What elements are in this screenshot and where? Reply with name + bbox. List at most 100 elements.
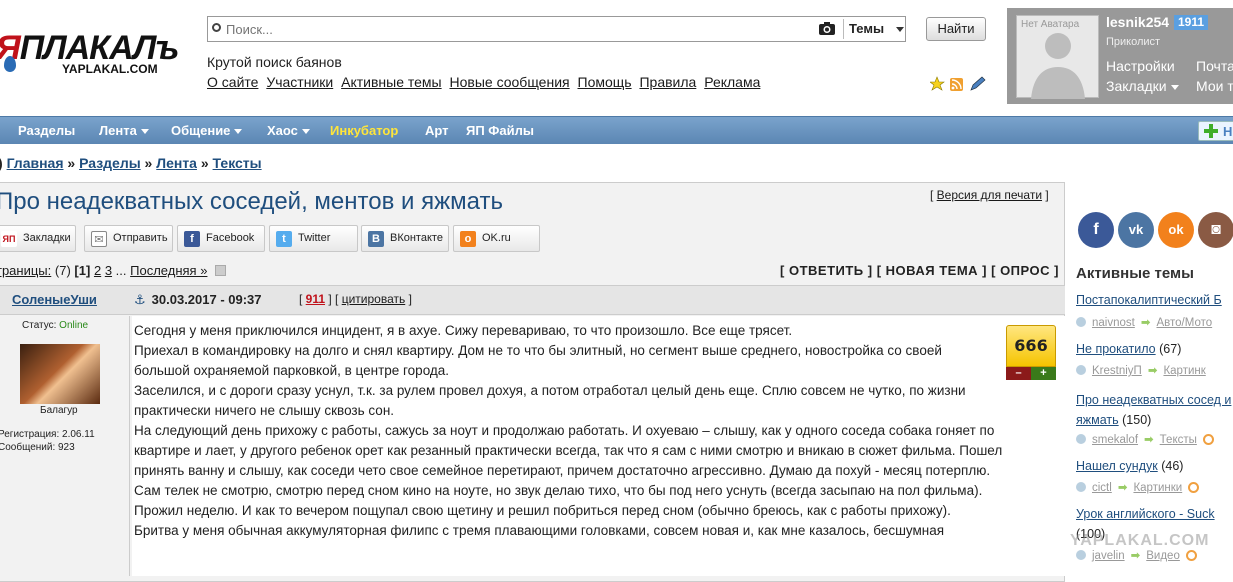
search-scope-select[interactable]: Темы [849,21,884,36]
breadcrumb-sections[interactable]: Разделы [79,155,141,171]
clock-icon [1185,550,1197,561]
share-mail-button[interactable]: ✉ Отправить [84,225,173,252]
top-nav-link[interactable]: Помощь [578,74,632,90]
nav-item-feed[interactable]: Лента [99,123,149,138]
list-item[interactable]: Нашел сундук (46) [1076,459,1183,473]
status-badge: Online [59,320,89,331]
facebook-icon: f [184,231,200,247]
nav-item-files[interactable]: ЯП Файлы [466,123,534,138]
top-nav-link[interactable]: Реклама [704,74,760,90]
breadcrumb-texts[interactable]: Тексты [213,155,262,171]
dropdown-icon[interactable] [215,265,227,276]
pager-page[interactable]: 3 [105,263,112,278]
list-item[interactable]: Не прокатило (67) [1076,342,1181,356]
new-topic-button[interactable]: Н [1198,121,1233,141]
twitter-icon: t [276,231,292,247]
user-icon [1076,482,1086,492]
facebook-icon[interactable]: f [1078,212,1114,248]
user-rank: Приколист [1106,36,1161,48]
nav-item-sections[interactable]: Разделы [18,123,75,138]
chevron-down-icon [896,27,904,32]
nav-item-incubator[interactable]: Инкубатор [330,123,398,138]
author-messages: Сообщений: 923 [0,442,75,453]
settings-link[interactable]: Настройки [1106,56,1179,76]
arrow-right-icon: ➡ [1117,482,1128,494]
main-nav: Разделы Лента Общение Хаос Инкубатор Арт… [0,116,1233,144]
mail-icon: ✉ [91,231,107,247]
nav-item-chat[interactable]: Общение [171,123,243,138]
share-facebook-button[interactable]: f Facebook [177,225,265,252]
camera-icon[interactable] [818,21,836,36]
pencil-icon[interactable] [970,76,986,91]
chevron-down-icon [140,129,149,135]
my-topics-link[interactable]: Мои т [1196,76,1233,96]
breadcrumb: ) Главная » Разделы » Лента » Тексты [0,155,262,171]
share-bookmarks-button[interactable]: ЯП Закладки [0,225,76,252]
top-nav-link[interactable]: Правила [639,74,696,90]
rating-minus-button[interactable]: – [1006,367,1031,380]
mail-link[interactable]: Почта [1196,56,1233,76]
user-icon [1076,434,1086,444]
share-vk-button[interactable]: B ВКонтакте [361,225,449,252]
post-paragraph: Заселился, и с дороги сразу уснул, т.к. … [134,383,966,418]
star-icon[interactable] [930,76,945,91]
arrow-right-icon: ➡ [1140,317,1151,329]
arrow-right-icon: ➡ [1144,434,1154,446]
poll-button[interactable]: ОПРОС [1000,263,1050,278]
share-ok-button[interactable]: o OK.ru [453,225,540,252]
top-nav-link[interactable]: Активные темы [341,74,442,90]
bookmarks-link[interactable]: Закладки [1106,78,1167,94]
arrow-right-icon: ➡ [1130,550,1141,562]
avatar[interactable]: Нет Аватара [1016,15,1099,99]
rating-plus-button[interactable]: + [1031,367,1056,380]
top-nav-link[interactable]: О сайте [207,74,258,90]
top-nav-link[interactable]: Новые сообщения [450,74,570,90]
instagram-icon[interactable]: ◙ [1198,212,1233,248]
quote-link[interactable]: цитировать [342,292,406,306]
nav-item-chaos[interactable]: Хаос [267,123,310,138]
ok-icon[interactable]: ok [1158,212,1194,248]
chevron-down-icon [1170,84,1179,90]
list-item[interactable]: Постапокалиптический Б [1076,293,1222,307]
rating-value: 666 [1006,325,1056,367]
top-nav-link[interactable]: Участники [266,74,333,90]
search-icon [212,23,221,32]
author-avatar[interactable] [20,344,100,404]
breadcrumb-feed[interactable]: Лента [156,155,197,171]
pager-label[interactable]: траницы: [0,263,51,278]
header-icons [930,76,986,91]
post-author[interactable]: СоленыеУши [12,292,97,307]
new-topic-link[interactable]: НОВАЯ ТЕМА [886,263,978,278]
chevron-down-icon [234,129,243,135]
print-version-link[interactable]: Версия для печати [937,188,1042,202]
post-number[interactable]: 911 [306,292,325,306]
post-paragraph: Прожил неделю. И как то вечером пощупал … [134,503,951,518]
reply-button[interactable]: ОТВЕТИТЬ [789,263,864,278]
pager-page[interactable]: 2 [94,263,101,278]
user-panel: Нет Аватара lesnik254 1911 Приколист Нас… [1007,8,1233,104]
pager-last[interactable]: Последняя » [130,263,207,278]
topic-actions: [ ОТВЕТИТЬ ] [ НОВАЯ ТЕМА ] [ ОПРОС ] [780,263,1059,278]
ok-icon: o [460,231,476,247]
rss-icon[interactable] [950,78,963,91]
list-item[interactable]: Про неадекватных сосед и яжмать (150) [1076,390,1233,430]
search-input[interactable] [226,20,816,38]
post-paragraph: На следующий день прихожу с работы, сажу… [134,423,1003,478]
nav-item-art[interactable]: Арт [425,123,449,138]
search-button[interactable]: Найти [926,17,986,41]
share-twitter-button[interactable]: t Twitter [269,225,358,252]
logo-domain: YAPLAKAL.COM [62,62,158,76]
page-title: Про неадекватных соседей, ментов и яжмат… [0,188,503,215]
list-item[interactable]: Урок английского - Suck [1076,507,1215,521]
author-registered: Регистрация: 2.06.11 [0,429,95,440]
username[interactable]: lesnik254 [1106,14,1169,30]
breadcrumb-home[interactable]: Главная [7,155,64,171]
user-icon [1076,550,1086,560]
search-box: Темы [207,16,906,42]
user-icon [1076,317,1086,327]
site-logo[interactable]: ЯПЛАКАЛъ YAPLAKAL.COM [0,30,186,80]
post-paragraph: Бритва у меня обычная аккумуляторная фил… [134,523,945,538]
clock-icon [1202,434,1214,445]
vk-icon[interactable]: vk [1118,212,1154,248]
anchor-icon[interactable]: ⚓ [134,292,146,307]
